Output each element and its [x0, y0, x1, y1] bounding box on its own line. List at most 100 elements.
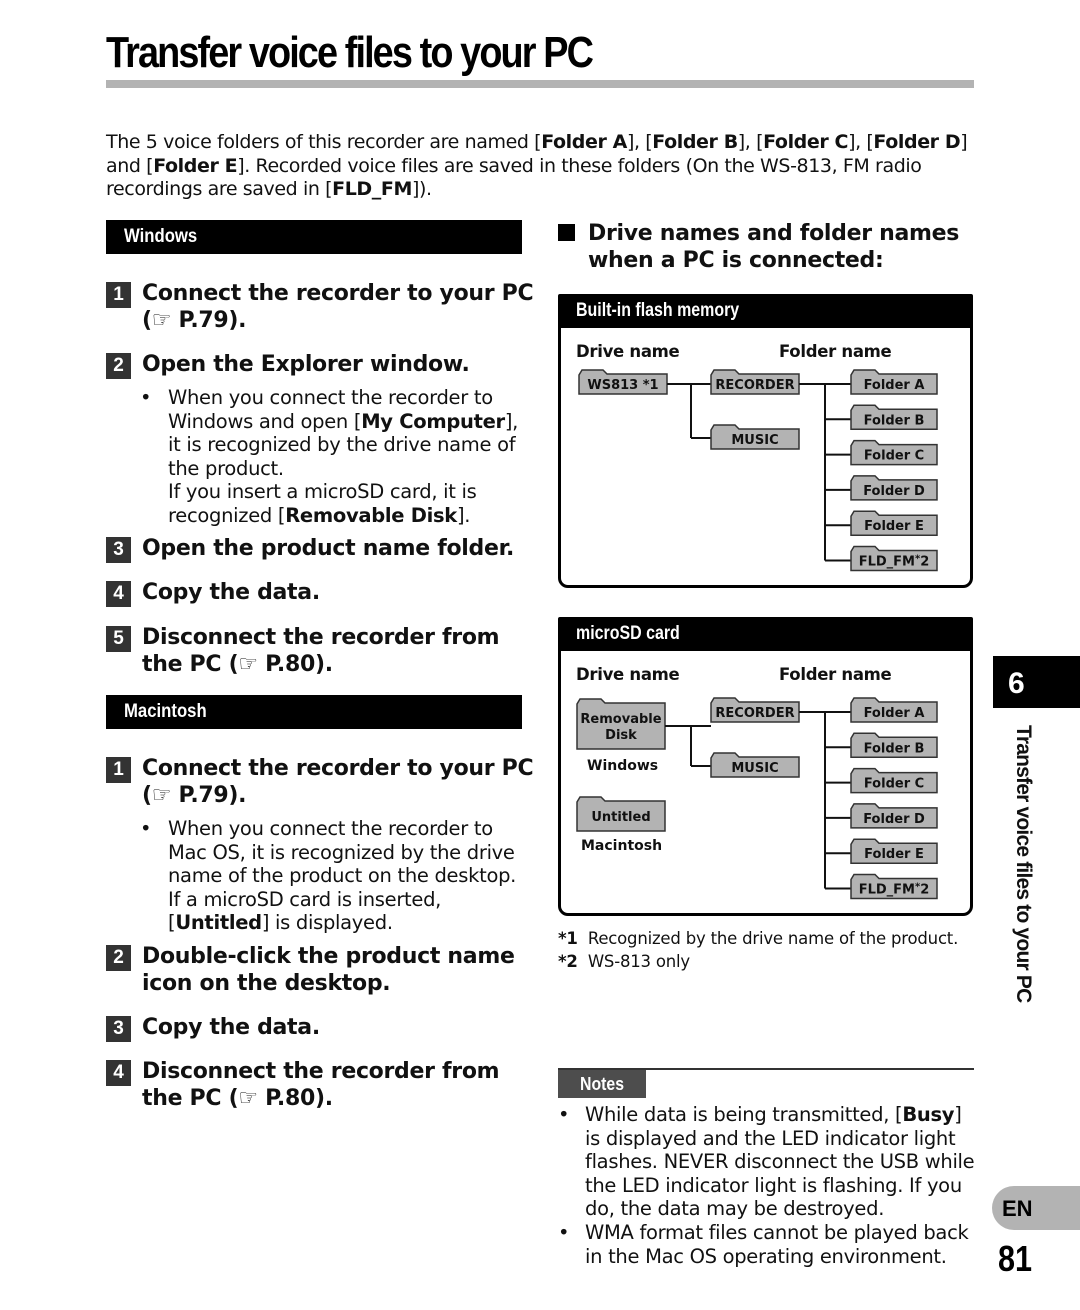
folder-label: Folder C [864, 449, 924, 464]
folder-label: RECORDER [715, 706, 794, 721]
folder-fld-fm-2: FLD_FM*2 [850, 873, 938, 900]
page-reference-link[interactable]: (☞ P.80). [229, 652, 334, 677]
footnote-2: *2 WS-813 only [558, 950, 978, 973]
mac-step-1: 1 Connect the recorder to your PC (☞ P.79… [106, 755, 536, 809]
folder-folder-b: Folder B [850, 404, 938, 431]
note-item-2: • WMA format files cannot be played back… [558, 1221, 978, 1268]
folder-label: Disk [605, 728, 637, 743]
folder-label: Folder A [864, 378, 925, 393]
folder-label: Folder E [864, 847, 924, 862]
folder-label: MUSIC [731, 433, 778, 448]
folder-label: WS813 *1 [587, 378, 658, 393]
step-text: Copy the data. [142, 580, 320, 605]
folder-folder-e: Folder E [850, 838, 938, 864]
windows-step-5: 5 Disconnect the recorder from the PC (☞… [106, 624, 536, 678]
macintosh-os-label: Macintosh [581, 838, 663, 854]
notes-label-text: Notes [579, 1074, 624, 1094]
footnote-text: WS-813 only [587, 952, 690, 971]
chapter-tab[interactable]: 6 [993, 656, 1080, 708]
intro-paragraph: The 5 voice folders of this recorder are… [106, 131, 968, 200]
page-reference-link[interactable]: (☞ P.80). [229, 1086, 334, 1111]
folder-label: Removable [580, 712, 661, 727]
windows-heading: Windows [124, 226, 198, 247]
notes-label: Notes [558, 1070, 646, 1098]
mac-step-2: 2 Double-click the product name icon on … [106, 943, 536, 997]
step-text: Connect the recorder to your PC [142, 281, 534, 306]
step-number-badge: 2 [106, 945, 131, 971]
folder-label: Folder D [863, 484, 925, 499]
mac-step-3: 3 Copy the data. [106, 1014, 536, 1042]
step-text: Copy the data. [142, 1015, 320, 1040]
bullet-text: When you connect the recorder to Windows… [168, 386, 519, 480]
step-number-badge: 2 [106, 353, 131, 379]
title-underline [106, 80, 974, 88]
folder-label: RECORDER [715, 378, 794, 393]
folder-label: Untitled [591, 810, 650, 825]
footnote-1: *1 Recognized by the drive name of the p… [558, 927, 978, 950]
bullet-dot: • [558, 1221, 570, 1244]
macintosh-heading: Macintosh [124, 701, 207, 722]
step-number-badge: 1 [106, 282, 131, 308]
step-number-badge: 3 [106, 537, 131, 563]
folder-folder-b: Folder B [850, 732, 938, 759]
step-text: Open the product name folder. [142, 536, 515, 561]
folder-folder-e: Folder E [850, 510, 938, 536]
folder-folder-a: Folder A [850, 697, 938, 723]
folder-music: MUSIC [710, 424, 800, 450]
step-number-badge: 3 [106, 1016, 131, 1042]
windows-section-header: Windows [106, 220, 522, 254]
macintosh-section-header: Macintosh [106, 695, 522, 729]
footnote-text: Recognized by the drive name of the prod… [587, 929, 959, 948]
page-reference-link[interactable]: (☞ P.79). [142, 308, 247, 333]
bullet-text: When you connect the recorder to Mac OS,… [168, 817, 517, 934]
folder-recorder: RECORDER [710, 697, 800, 723]
folder-recorder: RECORDER [710, 369, 800, 395]
step-number-badge: 5 [106, 626, 131, 652]
builtin-memory-panel: Built-in flash memory Drive name Folder … [558, 294, 973, 588]
folder-folder-a: Folder A [850, 369, 938, 395]
windows-step-1: 1 Connect the recorder to your PC (☞ P.79… [106, 280, 536, 334]
builtin-folder-tree: WS813 *1 RECORDER MUSIC Folder A Folder B Fol… [578, 369, 938, 572]
folder-folder-d: Folder D [850, 803, 938, 829]
mac-step-1-bullet: • When you connect the recorder to Mac O… [140, 817, 530, 935]
bullet-dot: • [558, 1103, 570, 1126]
folder-label: Folder C [864, 777, 924, 792]
windows-step-3: 3 Open the product name folder. [106, 535, 536, 563]
drive-names-heading-text: Drive names and folder names when a PC i… [588, 221, 960, 273]
windows-step-2: 2 Open the Explorer window. [106, 351, 536, 379]
page-number: 81 [998, 1238, 1033, 1279]
page-reference-link[interactable]: (☞ P.79). [142, 783, 247, 808]
bullet-dot: • [140, 386, 152, 409]
note-item-1: • While data is being transmitted, [Busy… [558, 1103, 978, 1221]
folder-label: MUSIC [731, 761, 778, 776]
drive-ws813: WS813 *1 [578, 369, 668, 395]
folder-folder-d: Folder D [850, 475, 938, 501]
folder-fld-fm-2: FLD_FM*2 [850, 545, 938, 572]
step-number-badge: 4 [106, 581, 131, 607]
bullet-dot: • [140, 817, 152, 840]
folder-label: Folder B [864, 413, 925, 428]
side-chapter-title: Transfer voice files to your PC [1005, 725, 1035, 1002]
microsd-panel: microSD card Drive name Folder name Remo… [558, 617, 973, 916]
folder-folder-c: Folder C [850, 439, 938, 466]
square-bullet-icon [558, 224, 575, 241]
footnote-mark: *2 [558, 952, 578, 971]
folder-label: Folder B [864, 741, 925, 756]
step-text: Open the Explorer window. [142, 352, 470, 377]
step-text: Connect the recorder to your PC [142, 756, 534, 781]
side-chapter-title-text: Transfer voice files to your PC [1012, 725, 1035, 1003]
folder-label: Folder D [863, 812, 925, 827]
folder-label: Folder A [864, 706, 925, 721]
step-number-badge: 1 [106, 757, 131, 783]
mac-step-4: 4 Disconnect the recorder from the PC (☞… [106, 1058, 536, 1112]
drive-untitled: Untitled [576, 796, 666, 832]
language-tab[interactable]: EN [992, 1186, 1080, 1230]
footnote-mark: *1 [558, 929, 578, 948]
note-text: WMA format files cannot be played back i… [585, 1221, 969, 1268]
note-text: While data is being transmitted, [Busy] … [585, 1103, 975, 1220]
folder-label: Folder E [864, 519, 924, 534]
drive-names-heading: Drive names and folder names when a PC i… [558, 220, 978, 274]
page-title: Transfer voice files to your PC [106, 28, 594, 77]
bullet-text-2: If you insert a microSD card, it is reco… [168, 480, 477, 527]
step-text: Double-click the product name icon on th… [142, 944, 515, 996]
